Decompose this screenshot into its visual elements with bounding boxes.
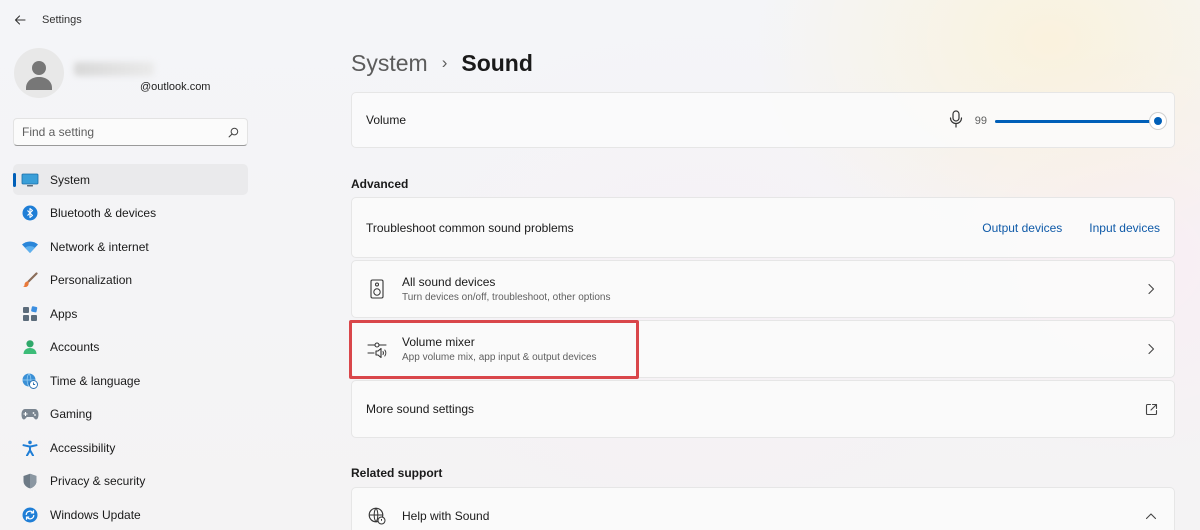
search-icon: [228, 127, 239, 137]
volume-mixer-subtitle: App volume mix, app input & output devic…: [402, 352, 597, 363]
sidebar-item-windows-update[interactable]: Windows Update: [13, 499, 248, 530]
sidebar-item-bluetooth[interactable]: Bluetooth & devices: [13, 198, 248, 229]
sidebar-item-label: System: [50, 172, 91, 187]
input-devices-link[interactable]: Input devices: [1089, 221, 1160, 235]
volume-mixer-row[interactable]: Volume mixer App volume mix, app input &…: [351, 320, 1175, 378]
back-arrow-icon: [14, 15, 26, 25]
all-sound-devices-row[interactable]: All sound devices Turn devices on/off, t…: [351, 260, 1175, 318]
chevron-right-icon: [1144, 342, 1158, 356]
sidebar-item-gaming[interactable]: Gaming: [13, 399, 248, 430]
help-with-sound-title: Help with Sound: [402, 509, 490, 523]
all-sound-devices-text: All sound devices Turn devices on/off, t…: [402, 275, 610, 303]
volume-label: Volume: [366, 113, 407, 127]
back-button[interactable]: [0, 0, 40, 40]
user-profile[interactable]: @outlook.com: [14, 48, 210, 98]
shield-icon: [21, 472, 39, 490]
volume-value: 99: [974, 115, 987, 127]
window-title: Settings: [42, 14, 82, 26]
sidebar-item-label: Windows Update: [50, 507, 141, 522]
breadcrumb-separator: ›: [441, 53, 448, 72]
sidebar-item-label: Personalization: [50, 273, 133, 287]
search-input[interactable]: [22, 125, 228, 139]
breadcrumb: System › Sound: [351, 48, 533, 78]
advanced-heading: Advanced: [351, 177, 409, 191]
sidebar-item-accessibility[interactable]: Accessibility: [13, 432, 248, 463]
sidebar-item-label: Gaming: [50, 407, 93, 421]
search-box[interactable]: [13, 118, 248, 146]
all-sound-devices-subtitle: Turn devices on/off, troubleshoot, other…: [402, 292, 611, 303]
microphone-icon[interactable]: [949, 109, 963, 133]
title-bar: Settings: [0, 0, 1200, 40]
avatar: [14, 48, 64, 98]
external-link-icon: [1144, 402, 1158, 416]
more-sound-settings-title: More sound settings: [366, 402, 475, 416]
wifi-icon: [21, 238, 39, 256]
person-silhouette-icon: [26, 61, 52, 90]
troubleshoot-card: Troubleshoot common sound problems Outpu…: [351, 197, 1175, 258]
update-icon: [21, 506, 39, 524]
gamepad-icon: [21, 405, 39, 423]
brush-icon: [21, 271, 39, 289]
monitor-icon: [21, 171, 39, 189]
page-title: Sound: [461, 49, 533, 76]
sidebar-item-label: Apps: [50, 306, 78, 321]
chevron-right-icon: [1144, 282, 1158, 296]
sidebar-nav: System Bluetooth & devices Network & int…: [13, 164, 248, 530]
volume-slider[interactable]: [995, 113, 1167, 129]
sidebar-item-label: Accessibility: [50, 440, 116, 455]
troubleshoot-label: Troubleshoot common sound problems: [366, 220, 574, 235]
sidebar-item-time-language[interactable]: Time & language: [13, 365, 248, 396]
sidebar-item-label: Privacy & security: [50, 474, 146, 488]
volume-controls: 99: [949, 93, 1167, 149]
sidebar-item-apps[interactable]: Apps: [13, 298, 248, 329]
globe-clock-icon: [21, 372, 39, 390]
breadcrumb-parent[interactable]: System: [351, 50, 428, 77]
sidebar-item-label: Time & language: [50, 373, 141, 388]
user-email: @outlook.com: [140, 81, 211, 93]
related-support-heading: Related support: [351, 466, 443, 480]
all-sound-devices-title: All sound devices: [402, 275, 496, 289]
settings-window: Settings @outlook.com System: [0, 0, 1200, 530]
sidebar-item-privacy[interactable]: Privacy & security: [13, 466, 248, 497]
chevron-up-icon[interactable]: [1144, 509, 1158, 523]
mixer-icon: [366, 338, 388, 360]
slider-thumb[interactable]: [1150, 113, 1167, 129]
help-with-sound-row[interactable]: Help with Sound: [351, 487, 1175, 530]
globe-icon: [366, 505, 388, 527]
volume-mixer-title: Volume mixer: [402, 335, 475, 349]
troubleshoot-links: Output devices Input devices: [982, 221, 1160, 235]
bluetooth-icon: [21, 204, 39, 222]
sidebar-item-label: Network & internet: [50, 239, 149, 254]
sidebar-item-label: Accounts: [50, 340, 100, 354]
output-devices-link[interactable]: Output devices: [982, 221, 1062, 235]
sidebar: @outlook.com System Bluetooth & devices: [0, 40, 260, 530]
volume-card: Volume 99: [351, 92, 1175, 148]
person-icon: [21, 338, 39, 356]
slider-fill: [995, 120, 1159, 123]
sidebar-item-system[interactable]: System: [13, 164, 248, 195]
sidebar-item-label: Bluetooth & devices: [50, 206, 157, 220]
sidebar-item-network[interactable]: Network & internet: [13, 231, 248, 262]
sidebar-item-accounts[interactable]: Accounts: [13, 332, 248, 363]
apps-icon: [21, 305, 39, 323]
speaker-icon: [366, 278, 388, 300]
more-sound-settings-row[interactable]: More sound settings: [351, 380, 1175, 438]
accessibility-icon: [21, 439, 39, 457]
redacted-user-name: [74, 62, 154, 76]
sidebar-item-personalization[interactable]: Personalization: [13, 265, 248, 296]
volume-mixer-text: Volume mixer App volume mix, app input &…: [402, 335, 597, 363]
